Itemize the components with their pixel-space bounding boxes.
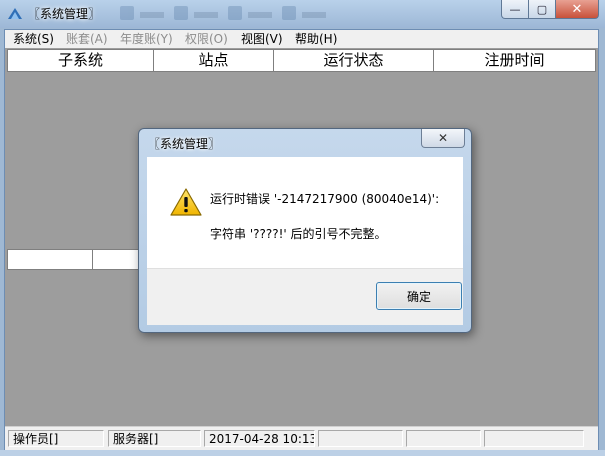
window-title: 〖系统管理〗 (28, 7, 101, 21)
status-datetime: 2017-04-28 10:13 (204, 430, 315, 447)
column-site[interactable]: 站点 (154, 50, 274, 71)
ok-button[interactable]: 确定 (376, 282, 462, 310)
window-bottom-border (0, 450, 605, 456)
status-operator: 操作员[] (8, 430, 104, 447)
dialog-message-area: 运行时错误 '-2147217900 (80040e14)': 字符串 '???… (147, 157, 463, 268)
subsystem-list-header: 子系统 站点 运行状态 注册时间 (7, 49, 596, 72)
menu-help[interactable]: 帮助(H) (295, 32, 337, 47)
menu-bar: 系统(S) 账套(A) 年度账(Y) 权限(O) 视图(V) 帮助(H) (5, 30, 598, 48)
error-dialog: 〖系统管理〗 ✕ 运行时错误 '-2147217900 (80040e14)':… (138, 128, 472, 333)
menu-permissions[interactable]: 权限(O) (185, 32, 228, 47)
window-controls: — ▢ ✕ (501, 0, 599, 20)
status-bar: 操作员[] 服务器[] 2017-04-28 10:13 (5, 426, 598, 451)
warning-icon (170, 188, 202, 216)
minimize-button[interactable]: — (501, 0, 529, 19)
column-register-time[interactable]: 注册时间 (434, 50, 595, 71)
close-button[interactable]: ✕ (556, 0, 599, 19)
status-cell-empty (406, 430, 481, 447)
maximize-button[interactable]: ▢ (529, 0, 556, 19)
dialog-close-button[interactable]: ✕ (421, 129, 465, 148)
background-toolbar (110, 4, 490, 24)
menu-view[interactable]: 视图(V) (241, 32, 283, 47)
status-cell-empty (484, 430, 584, 447)
app-icon (8, 8, 22, 19)
menu-system[interactable]: 系统(S) (13, 32, 54, 47)
menu-account-set[interactable]: 账套(A) (66, 32, 108, 47)
dialog-title: 〖系统管理〗 (148, 137, 221, 151)
title-bar[interactable]: 〖系统管理〗 — ▢ ✕ (0, 0, 605, 28)
main-window: 〖系统管理〗 — ▢ ✕ 系统(S) 账套(A) 年度账(Y) 权限(O) 视图… (0, 0, 605, 456)
dialog-button-area: 确定 (147, 268, 463, 325)
status-server: 服务器[] (108, 430, 201, 447)
column-run-status[interactable]: 运行状态 (274, 50, 434, 71)
status-cell-empty (318, 430, 403, 447)
menu-annual-account[interactable]: 年度账(Y) (120, 32, 173, 47)
column-subsystem[interactable]: 子系统 (8, 50, 154, 71)
error-message-line1: 运行时错误 '-2147217900 (80040e14)': (210, 192, 440, 206)
error-message-line2: 字符串 '????!' 后的引号不完整。 (210, 227, 387, 241)
task-list-column[interactable] (8, 250, 93, 269)
